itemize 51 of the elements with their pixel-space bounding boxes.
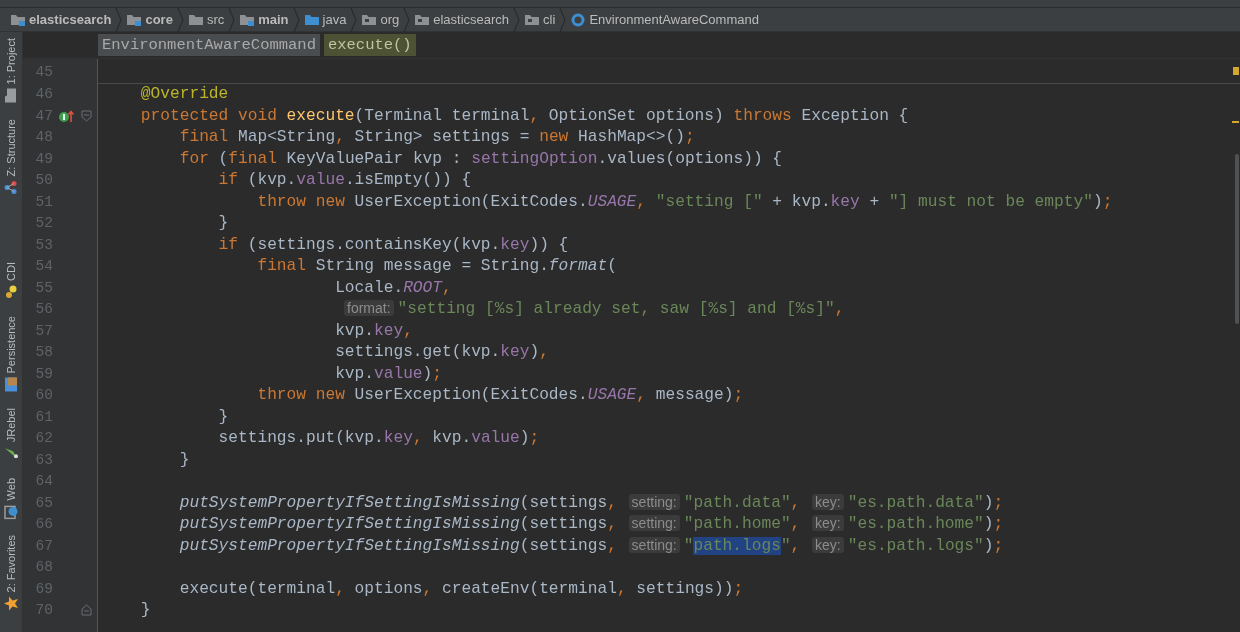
- code-line: protected void execute(Terminal terminal, OptionSet options) throws Exception {: [139, 106, 909, 125]
- code-line: format: "setting [%s] already set, saw [%s] and [%s]",: [97, 300, 845, 319]
- code-line: }: [178, 450, 190, 469]
- code-line: @Override: [139, 85, 229, 104]
- error-stripe-mark: [1233, 67, 1239, 75]
- globe-icon: [3, 503, 19, 520]
- code-line: kvp.value);: [334, 364, 442, 383]
- tool-window-tab[interactable]: JRebel: [0, 406, 22, 464]
- code-line: for (final KeyValuePair kvp : settingOption.values(options)) {: [178, 149, 783, 168]
- code-line: putSystemPropertyIfSettingIsMissing(settings, setting: "path.data", key: "es.path.data");: [178, 493, 1004, 512]
- code-line: Locale.ROOT,: [334, 278, 452, 297]
- code-line: final Map<String, String> settings = new HashMap<>();: [178, 128, 695, 147]
- code-line: }: [217, 407, 229, 426]
- breadcrumb[interactable]: EnvironmentAwareCommand: [566, 11, 763, 28]
- beans-icon: [3, 283, 19, 300]
- error-stripe-mark: [1232, 121, 1239, 123]
- breadcrumb[interactable]: EnvironmentAwareCommand: [98, 34, 320, 56]
- breadcrumb[interactable]: execute(): [323, 34, 416, 56]
- code-line: throw new UserException(ExitCodes.USAGE, "setting [" + kvp.key + "] must not be empty");: [256, 192, 1113, 211]
- code-line: final String message = String.format(: [256, 257, 617, 276]
- code-line: if (kvp.value.isEmpty()) {: [217, 171, 472, 190]
- breadcrumb[interactable]: src: [183, 11, 229, 28]
- code-line: settings.get(kvp.key),: [334, 343, 549, 362]
- code-line: }: [139, 601, 151, 620]
- database-icon: [3, 376, 19, 393]
- tool-window-tab[interactable]: Persistence: [0, 313, 22, 395]
- breadcrumb[interactable]: core: [122, 11, 177, 28]
- breadcrumb[interactable]: main: [235, 11, 293, 28]
- code-line: throw new UserException(ExitCodes.USAGE, message);: [256, 386, 744, 405]
- tool-window-tab[interactable]: CDI: [0, 259, 22, 302]
- code-line: kvp.key,: [334, 321, 413, 340]
- tool-window-tab[interactable]: 2: Favorites: [0, 533, 22, 614]
- tool-window-tab[interactable]: Z: Structure: [0, 117, 22, 198]
- code-line: execute(terminal, options, createEnv(terminal, settings));: [178, 579, 744, 598]
- code-line: settings.put(kvp.key, kvp.value);: [217, 429, 540, 448]
- code-line: if (settings.containsKey(kvp.key)) {: [217, 235, 569, 254]
- scrollbar[interactable]: [1235, 154, 1239, 324]
- structure-icon: [3, 179, 19, 196]
- star-icon: [3, 595, 19, 612]
- breadcrumb[interactable]: cli: [520, 11, 560, 28]
- code-line: putSystemPropertyIfSettingIsMissing(settings, setting: "path.logs", key: "es.path.logs");: [178, 536, 1004, 555]
- code-line: putSystemPropertyIfSettingIsMissing(settings, setting: "path.home", key: "es.path.home");: [178, 515, 1004, 534]
- breadcrumb[interactable]: elasticsearch: [410, 11, 514, 28]
- code-line: }: [217, 214, 229, 233]
- breadcrumb[interactable]: java: [299, 11, 351, 28]
- breadcrumb[interactable]: elasticsearch: [6, 11, 116, 28]
- breadcrumb[interactable]: org: [357, 11, 404, 28]
- folder-icon: [3, 87, 19, 104]
- tool-window-tab[interactable]: Web: [0, 475, 22, 522]
- class-icon: [570, 11, 587, 28]
- tool-window-tab[interactable]: 1: Project: [0, 36, 22, 106]
